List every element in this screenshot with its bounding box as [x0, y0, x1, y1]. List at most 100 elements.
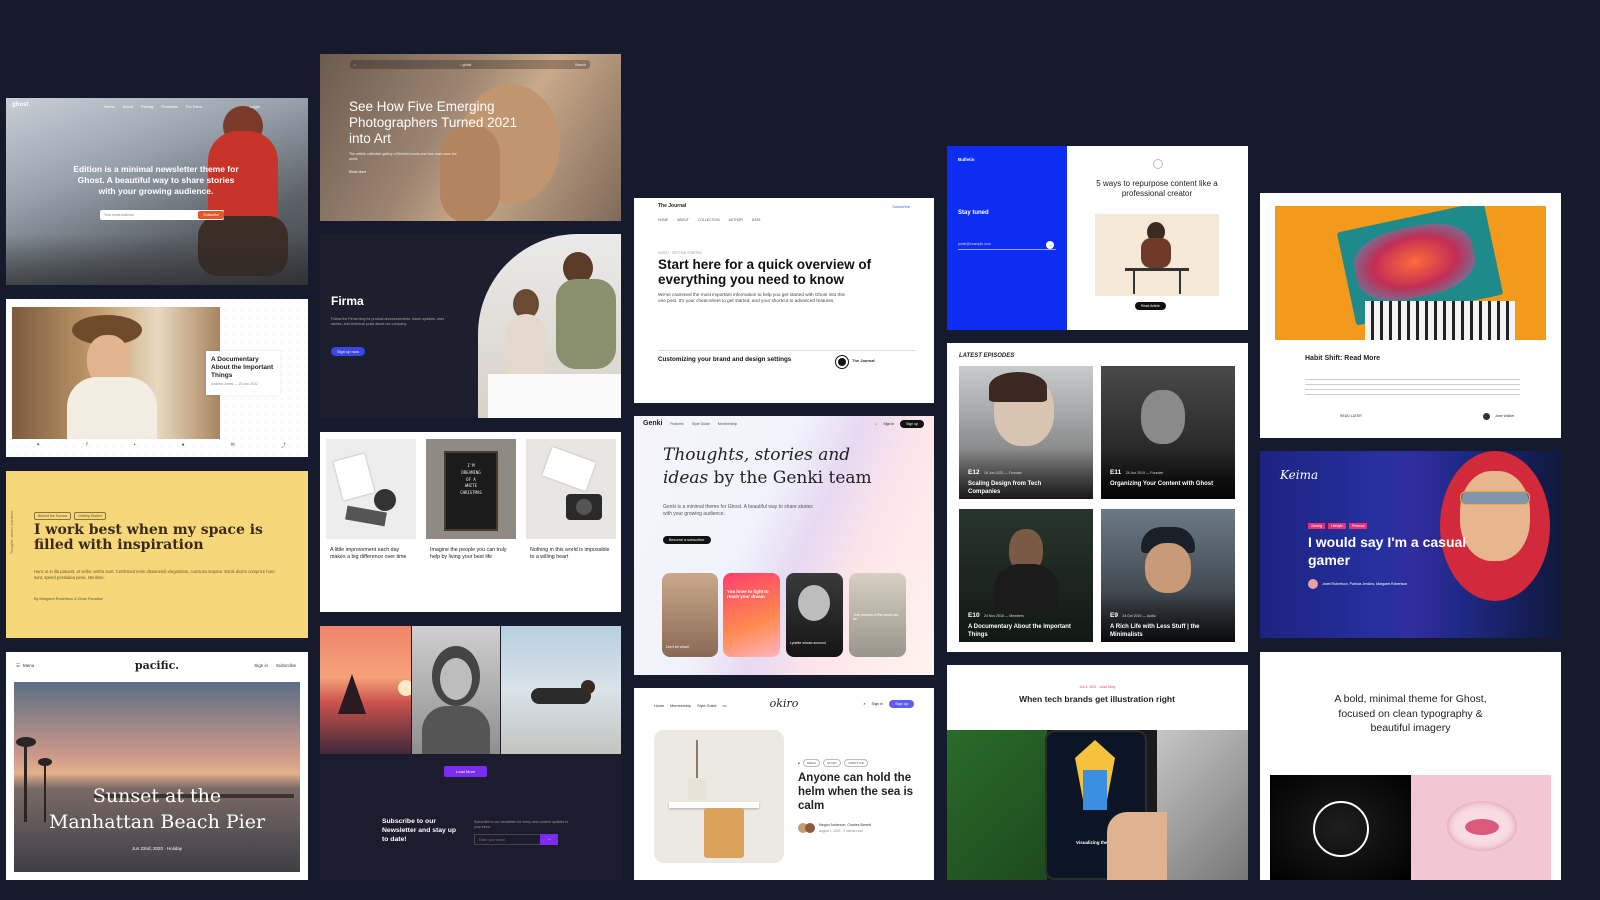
subscribe-button[interactable]: Become a subscriber: [663, 536, 711, 544]
genki-tile[interactable]: Lynette whose account: [786, 573, 843, 657]
subscribe-button[interactable]: Subscribe: [198, 211, 224, 219]
signin-link[interactable]: Sign in: [254, 663, 268, 668]
journal-card[interactable]: The Journal Subscribe HOME ABOUT COLLECT…: [634, 198, 934, 403]
top-search-bar: ⌕ ◌ ghost Search: [350, 60, 590, 69]
facebook-icon[interactable]: f: [86, 442, 87, 449]
read-article-button[interactable]: Read Article: [1135, 302, 1166, 310]
nav-style-guide[interactable]: Style Guide: [692, 422, 710, 426]
nav-devs[interactable]: For Devs: [186, 104, 202, 109]
pinterest-icon[interactable]: ●: [182, 442, 185, 449]
nav-about[interactable]: ABOUT: [677, 218, 689, 222]
genki-card[interactable]: Genki Features Style Guide Membership ⌕ …: [634, 416, 934, 675]
submit-arrow-button[interactable]: →: [1046, 241, 1054, 249]
nav-home[interactable]: Home: [104, 104, 115, 109]
keima-headline[interactable]: I would say I'm a casual gamer: [1308, 533, 1488, 569]
read-more-link[interactable]: Read More: [349, 170, 366, 174]
pacific-card[interactable]: ☰ Menu pacific. Sign in Subscribe Sunset …: [6, 652, 308, 880]
journal-subscribe[interactable]: Subscribe: [892, 204, 910, 209]
email-input[interactable]: jamie@example.com: [958, 242, 1056, 250]
grid-posts-card[interactable]: I'M DREAMING OF A WHITE CHRISTMAS A litt…: [320, 432, 621, 612]
post-title[interactable]: Nothing in this world is impossible to a…: [530, 547, 614, 561]
nav-features[interactable]: Features: [670, 422, 684, 426]
newsletter-title: Subscribe to our Newsletter and stay up …: [382, 818, 457, 843]
journal-logo[interactable]: The Journal: [658, 203, 686, 209]
habit-card[interactable]: Habit Shift: Read More READ LATER Jane W…: [1260, 193, 1561, 438]
okiro-card[interactable]: Home Membership Style Guide ••• okiro ⌕ …: [634, 688, 934, 880]
episode-card[interactable]: E9 24 Oct 2019 — Audio A Rich Life with …: [1101, 509, 1235, 642]
link-icon[interactable]: ⤴: [281, 442, 286, 449]
bookmark-icon[interactable]: ■: [798, 761, 800, 765]
subscribe-link[interactable]: Subscribe: [276, 663, 296, 668]
bulletin-logo[interactable]: Bulletin: [958, 157, 975, 162]
firma-card[interactable]: Firma Follow the Firma blog for product …: [320, 234, 621, 418]
post-title[interactable]: A little improvement each day makes a bi…: [330, 547, 414, 561]
tag[interactable]: Behind the Scenes: [34, 512, 72, 520]
bulletin-card[interactable]: Bulletin Stay tuned jamie@example.com → …: [947, 146, 1248, 330]
bold-headline: A bold, minimal theme for Ghost, focused…: [1334, 693, 1487, 735]
letterboard-line: DREAMING: [461, 469, 481, 475]
nav-collection[interactable]: COLLECTION: [698, 218, 720, 222]
signup-button[interactable]: Sign up: [900, 420, 924, 428]
ghost-logo[interactable]: ◌ ghost: [460, 63, 472, 67]
email-input[interactable]: Your email address: [104, 213, 134, 218]
nav-pricing[interactable]: Pricing: [141, 104, 153, 109]
read-later-link[interactable]: READ LATER: [1340, 414, 1362, 418]
genki-tile[interactable]: Your dreams of the world can be: [849, 573, 906, 657]
search-icon[interactable]: ⌕: [354, 63, 356, 67]
genki-tile[interactable]: Don't be afraid: [662, 573, 718, 657]
episode-card[interactable]: E11 24 Jun 2019 — Founder Organizing You…: [1101, 366, 1235, 499]
letterboard-line: CHRISTMAS: [460, 490, 482, 496]
bold-theme-card[interactable]: A bold, minimal theme for Ghost, focused…: [1260, 652, 1561, 880]
nav-author[interactable]: AUTHOR: [729, 218, 743, 222]
submit-arrow-button[interactable]: →: [540, 834, 558, 845]
post-title[interactable]: Imagine the people you can truly help by…: [430, 547, 514, 561]
signup-button[interactable]: Sign up now: [331, 347, 366, 356]
journal-excerpt: We've crammed the most important informa…: [658, 292, 845, 304]
illustration-card[interactable]: Jun 4, 2021 · Lead Story When tech brand…: [947, 665, 1248, 880]
workout-photo: [501, 626, 621, 754]
nav-membership[interactable]: Membership: [718, 422, 737, 426]
signin-link[interactable]: Sign in: [871, 702, 883, 706]
twitter-icon[interactable]: ✦: [36, 442, 40, 449]
episode-card[interactable]: E10 24 Nov 2018 — Members A Documentary …: [959, 509, 1093, 642]
nav-home[interactable]: HOME: [658, 218, 668, 222]
tag[interactable]: Lifestyle: [1328, 523, 1346, 529]
illustration-title[interactable]: When tech brands get illustration right: [1007, 694, 1187, 705]
okiro-title[interactable]: Anyone can hold the helm when the sea is…: [798, 772, 920, 813]
ghost-logo[interactable]: ghost: [12, 102, 28, 108]
email-icon[interactable]: ✉: [231, 442, 235, 449]
post-title[interactable]: Customizing your brand and design settin…: [658, 356, 808, 363]
podcast-card[interactable]: LATEST EPISODES E12 16 Jun 2023 — Founde…: [947, 343, 1248, 652]
load-more-button[interactable]: Load More: [444, 766, 488, 777]
tag[interactable]: Getting Started: [74, 512, 106, 520]
nav-about[interactable]: About: [123, 104, 133, 109]
photographers-card[interactable]: ⌕ ◌ ghost Search See How Five Emerging P…: [320, 54, 621, 221]
dark-newsletter-card[interactable]: Load More Subscribe to our Newsletter an…: [320, 626, 621, 880]
journal-title[interactable]: Start here for a quick overview of every…: [658, 257, 898, 288]
genki-logo[interactable]: Genki: [643, 420, 662, 427]
keima-logo[interactable]: Keima: [1280, 468, 1318, 482]
episode-card[interactable]: E12 16 Jun 2023 — Founder Scaling Design…: [959, 366, 1093, 499]
nav-login[interactable]: Login: [250, 104, 260, 109]
edition-card[interactable]: ghost Home About Pricing Podcasts For De…: [6, 98, 308, 285]
keima-card[interactable]: Keima Gaming Lifestyle Personal I would …: [1260, 451, 1561, 638]
inspiration-card[interactable]: Thoughts, stories and ideas Behind the S…: [6, 471, 308, 638]
tag[interactable]: Personal: [1348, 523, 1368, 529]
signin-link[interactable]: Sign in: [883, 422, 894, 426]
search-icon[interactable]: ⌕: [863, 702, 865, 706]
genki-tile[interactable]: You have to fight to reach your dream: [723, 573, 780, 657]
nav-data[interactable]: DATA: [752, 218, 761, 222]
documentary-card[interactable]: A Documentary About the Important Things…: [6, 299, 308, 457]
linkedin-icon[interactable]: ▪: [134, 442, 136, 449]
signup-button[interactable]: Sign up: [889, 700, 914, 708]
search-icon[interactable]: ⌕: [875, 422, 877, 426]
bulletin-title[interactable]: 5 ways to repurpose content like a profe…: [1092, 179, 1222, 198]
side-caption: Thoughts, stories and ideas: [10, 511, 14, 554]
journal-author[interactable]: The Journal: [852, 358, 875, 363]
tag[interactable]: Gaming: [1308, 523, 1326, 529]
nav-podcasts[interactable]: Podcasts: [161, 104, 177, 109]
keima-authors: Janet Robertson, Patricia Jenkins, Marga…: [1322, 582, 1408, 586]
search-link[interactable]: Search: [575, 63, 586, 67]
habit-title[interactable]: Habit Shift: Read More: [1305, 355, 1380, 362]
habit-author[interactable]: Jane Walker: [1495, 414, 1514, 418]
